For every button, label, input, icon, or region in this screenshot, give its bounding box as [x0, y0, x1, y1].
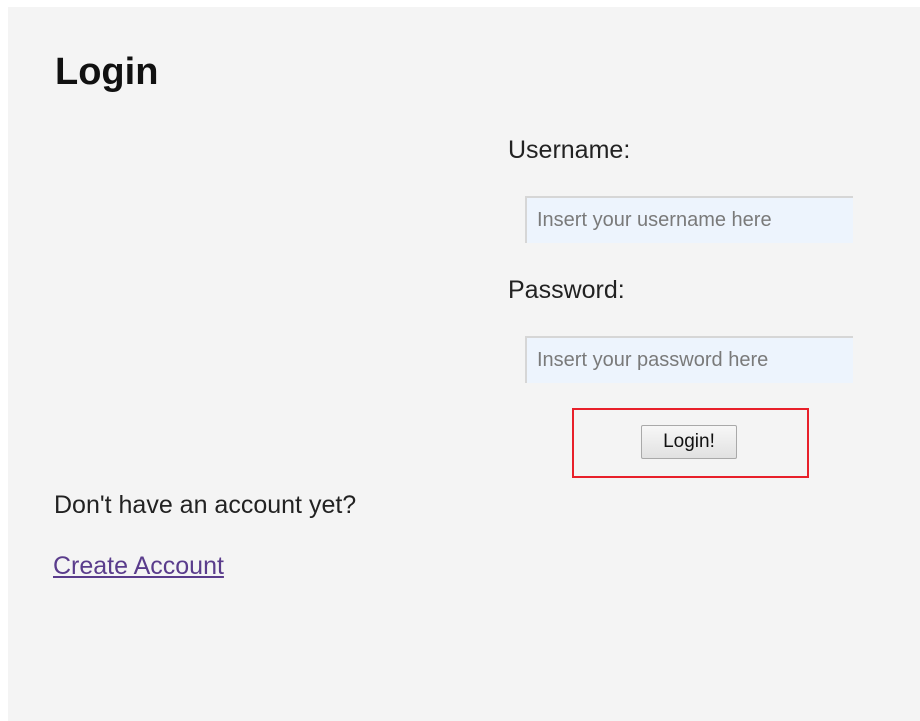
- no-account-text: Don't have an account yet?: [54, 491, 357, 519]
- password-label: Password:: [508, 276, 625, 304]
- username-label: Username:: [508, 136, 631, 164]
- password-input[interactable]: [525, 336, 853, 383]
- login-button[interactable]: Login!: [641, 425, 737, 459]
- page-title: Login: [55, 51, 159, 93]
- create-account-link[interactable]: Create Account: [53, 551, 224, 581]
- login-panel: Login Username: Password: Login! Don't h…: [8, 7, 920, 721]
- username-input[interactable]: [525, 196, 853, 243]
